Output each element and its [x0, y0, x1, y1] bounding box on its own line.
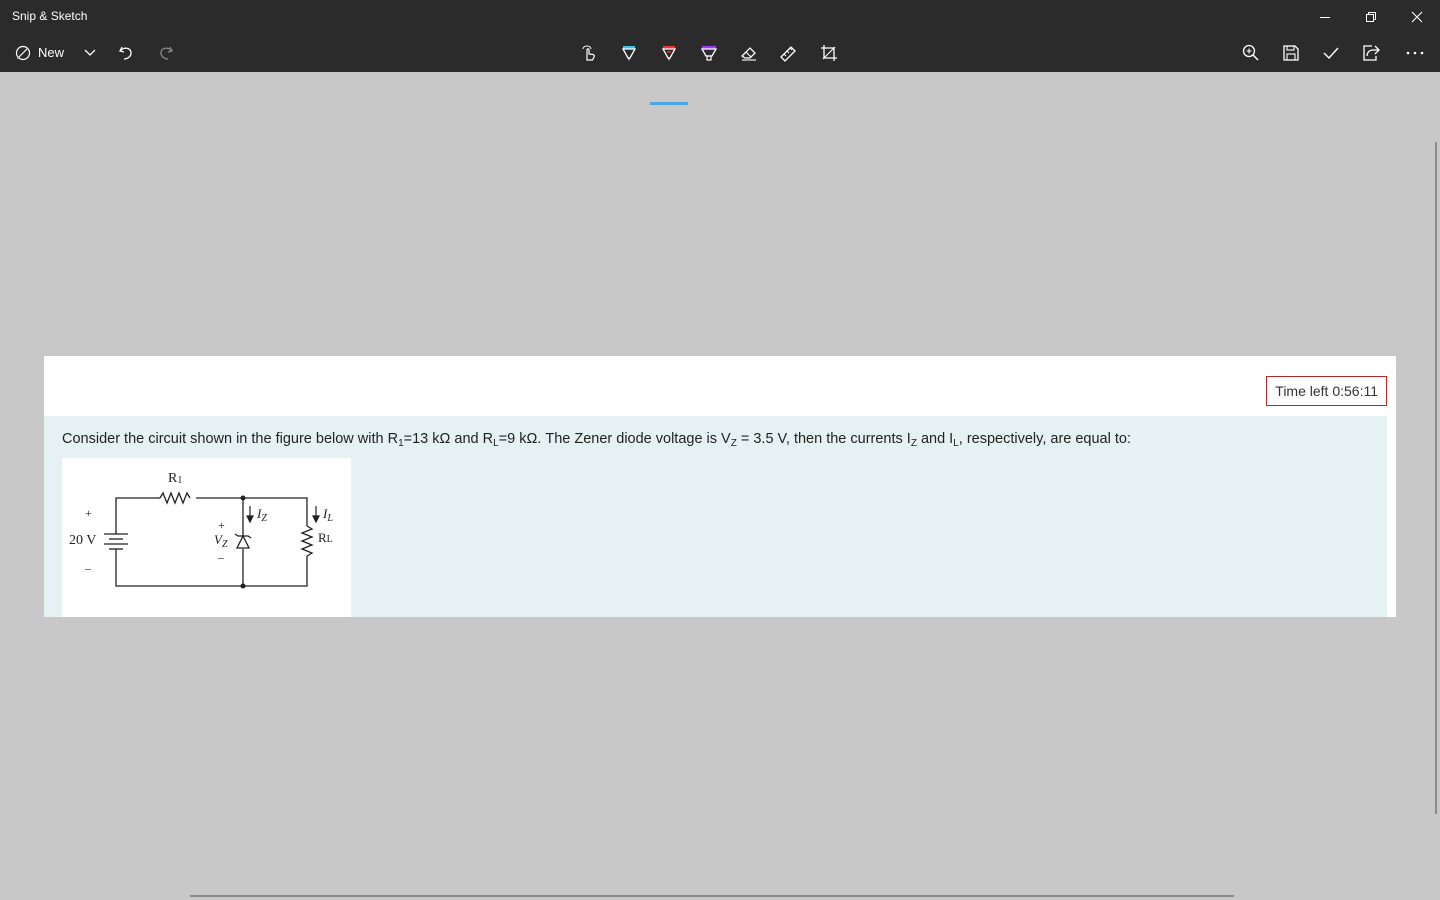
app-title: Snip & Sketch [12, 9, 88, 23]
crop-icon [819, 43, 839, 63]
vertical-scrollbar[interactable] [1435, 142, 1437, 814]
zoom-icon [1241, 43, 1261, 63]
vz-minus: – [217, 550, 225, 564]
highlighter-icon [699, 43, 719, 63]
il-arrowhead [312, 515, 320, 524]
junction-bottom [240, 583, 246, 589]
share-icon [1361, 43, 1381, 63]
close-icon [1411, 11, 1423, 23]
new-dropdown-button[interactable] [70, 33, 110, 72]
redo-button[interactable] [146, 33, 186, 72]
wire-top-left [115, 497, 160, 534]
time-left-badge: Time left 0:56:11 [1266, 376, 1387, 406]
iz-arrowhead [246, 515, 254, 524]
active-tool-indicator [650, 102, 688, 105]
circuit-figure: R1 + 20 V – + VZ – IZ IL RL [62, 458, 351, 617]
il-label: IL [322, 506, 333, 524]
undo-button[interactable] [106, 33, 146, 72]
new-snip-icon [14, 44, 32, 62]
zoom-button[interactable] [1231, 33, 1271, 72]
r1-resistor [159, 491, 191, 505]
pencil-icon [659, 43, 679, 63]
eraser-icon [739, 43, 759, 63]
highlighter-button[interactable] [689, 33, 729, 72]
share-button[interactable] [1351, 33, 1391, 72]
ruler-icon [779, 43, 799, 63]
horizontal-scrollbar[interactable] [190, 895, 1234, 897]
copy-button[interactable] [1311, 33, 1351, 72]
pencil-button[interactable] [649, 33, 689, 72]
touch-writing-button[interactable] [569, 33, 609, 72]
copy-check-icon [1321, 43, 1341, 63]
iz-label: IZ [256, 506, 267, 524]
r1-label: R1 [168, 471, 182, 486]
vz-label: VZ [214, 532, 228, 550]
rl-label: RL [318, 530, 333, 545]
new-snip-button[interactable]: New [6, 33, 72, 72]
source-plus: + [85, 506, 92, 520]
touch-writing-icon [579, 43, 599, 63]
snip-image: Time left 0:56:11 Consider the circuit s… [44, 356, 1396, 617]
battery [104, 533, 128, 553]
restore-icon [1365, 11, 1377, 23]
save-button[interactable] [1271, 33, 1311, 72]
ballpoint-pen-button[interactable] [609, 33, 649, 72]
wire-bottom [115, 553, 308, 587]
rl-resistor [300, 525, 314, 557]
ruler-button[interactable] [769, 33, 809, 72]
zener-diode [234, 533, 252, 549]
close-button[interactable] [1394, 0, 1440, 33]
new-label: New [38, 45, 65, 60]
crop-button[interactable] [809, 33, 849, 72]
circuit-diagram: R1 + 20 V – + VZ – IZ IL RL [69, 471, 333, 589]
junction-top [240, 495, 246, 501]
source-voltage-label: 20 V [69, 533, 96, 548]
question-text: Consider the circuit shown in the figure… [62, 431, 1131, 449]
title-bar: Snip & Sketch [0, 0, 1440, 33]
minimize-icon [1319, 11, 1331, 23]
vz-plus: + [218, 518, 225, 532]
toolbar: New [0, 33, 1440, 105]
more-button[interactable] [1395, 33, 1435, 72]
chevron-down-icon [83, 48, 97, 58]
wire-top-right [196, 497, 308, 526]
more-icon [1405, 50, 1425, 56]
undo-icon [117, 44, 135, 62]
eraser-button[interactable] [729, 33, 769, 72]
restore-button[interactable] [1348, 0, 1394, 33]
save-icon [1281, 43, 1301, 63]
minimize-button[interactable] [1302, 0, 1348, 33]
question-box: Consider the circuit shown in the figure… [44, 416, 1387, 617]
redo-icon [157, 44, 175, 62]
source-minus: – [84, 561, 92, 575]
ballpoint-pen-icon [619, 43, 639, 63]
